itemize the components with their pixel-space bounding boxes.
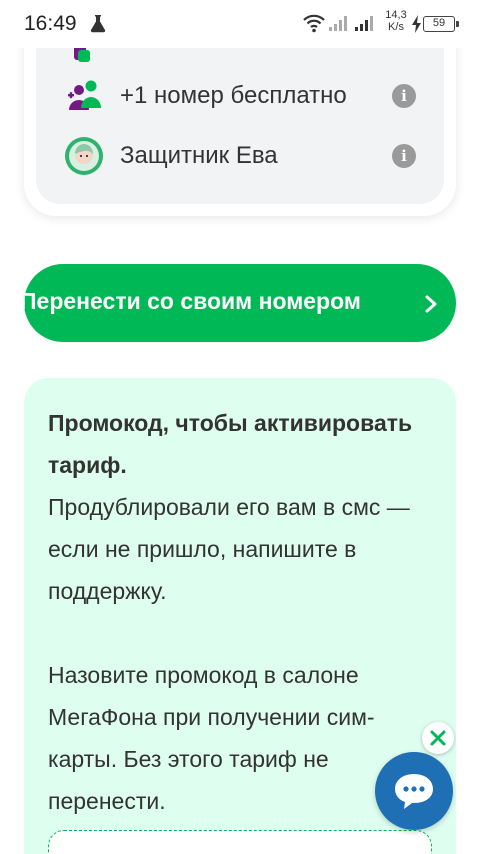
transfer-button-label: Перенести со своим номером	[24, 288, 361, 314]
promo-code-box[interactable]	[48, 830, 432, 854]
status-time: 16:49	[24, 12, 77, 35]
support-chat-button[interactable]	[375, 752, 453, 830]
promo-body-sms: Продублировали его вам в смс — если не п…	[48, 494, 410, 604]
close-icon	[430, 730, 446, 746]
people-icon	[68, 80, 101, 110]
info-icon[interactable]: i	[392, 144, 416, 168]
chat-bubble-icon	[395, 774, 433, 809]
close-chat-button[interactable]	[422, 722, 454, 754]
chevron-right-icon	[425, 295, 437, 313]
network-speed-unit: K/s	[388, 21, 404, 33]
charging-icon	[412, 15, 421, 33]
info-icon[interactable]: i	[392, 84, 416, 108]
wifi-icon	[303, 14, 325, 33]
signal-sim1-icon	[329, 16, 347, 31]
battery-indicator: 59	[423, 16, 459, 32]
option-label: +1 номер бесплатно	[120, 82, 347, 109]
promo-text: Промокод, чтобы активировать тариф. Прод…	[48, 402, 438, 822]
transfer-number-button[interactable]: Перенести со своим номером	[24, 264, 456, 342]
network-speed-value: 14,3	[385, 9, 407, 21]
option-label: Защитник Ева	[120, 142, 278, 169]
flask-icon	[90, 15, 106, 33]
option-row-free-number[interactable]: +1 номер бесплатно i	[36, 72, 444, 120]
promo-title: Промокод, чтобы активировать тариф.	[48, 410, 413, 478]
network-speed: 14,3 K/s	[382, 9, 410, 33]
signal-sim2-icon	[355, 16, 373, 31]
status-bar: 16:49 14,3 K/s 59	[0, 0, 480, 48]
option-row-eva[interactable]: Защитник Ева i	[36, 132, 444, 180]
eva-avatar-icon	[65, 137, 103, 175]
